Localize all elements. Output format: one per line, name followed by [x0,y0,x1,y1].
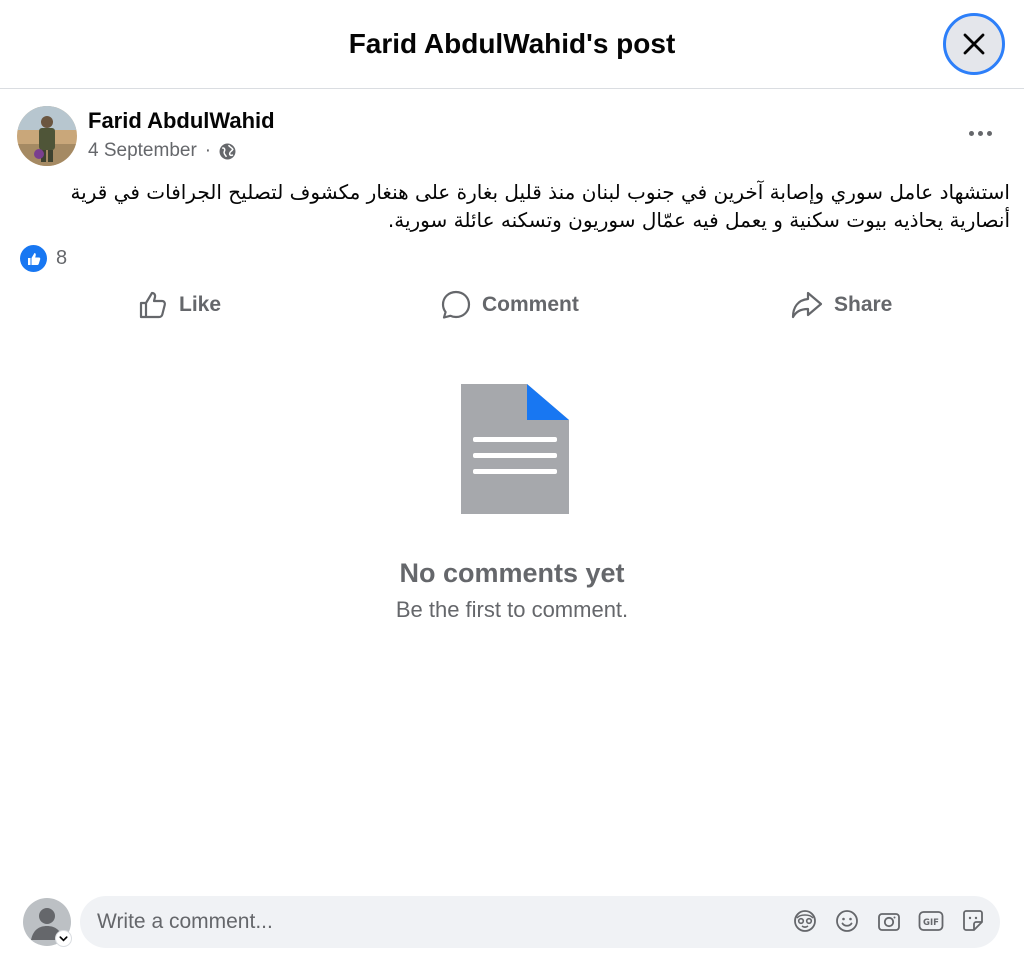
post-date[interactable]: 4 September [88,140,197,162]
like-reaction-icon [20,245,47,272]
share-icon [791,291,823,319]
close-button[interactable] [943,13,1005,75]
reactions-summary[interactable]: 8 [20,245,67,272]
comment-icon [441,290,471,319]
more-icon [968,130,974,136]
chevron-down-icon [59,936,68,942]
comment-label: Comment [482,293,579,316]
post-actions: Like Comment Share [0,284,1024,326]
comment-input[interactable]: Write a comment... GIF [80,896,1000,948]
empty-comments-title: No comments yet [399,558,625,588]
author-avatar[interactable] [17,106,77,166]
post-text-line: أنصارية يحاذيه بيوت سكنية و يعمل فيه عمّ… [387,208,1010,232]
avatar-sticker-icon[interactable] [792,908,818,934]
like-icon [139,291,167,319]
comment-button[interactable]: Comment [440,284,579,326]
post-text: استشهاد عامل سوري وإصابة آخرين في جنوب ل… [20,178,1010,234]
post-meta: 4 September · [88,140,236,162]
reaction-count: 8 [56,247,68,269]
more-options-button[interactable] [960,118,1000,148]
camera-icon[interactable] [876,908,902,934]
globe-icon [219,143,236,159]
svg-text:GIF: GIF [923,918,939,928]
meta-separator: · [204,140,212,161]
close-icon [963,33,985,55]
comment-placeholder: Write a comment... [97,910,273,933]
share-button[interactable]: Share [790,284,892,326]
dialog-title: Farid AbdulWahid's post [348,28,676,59]
author-name[interactable]: Farid AbdulWahid [88,108,275,134]
post-text-line: استشهاد عامل سوري وإصابة آخرين في جنوب ل… [70,180,1010,204]
like-label: Like [179,293,222,316]
like-button[interactable]: Like [137,284,221,326]
emoji-icon[interactable] [834,908,860,934]
share-label: Share [834,293,893,316]
dialog-header: Farid AbdulWahid's post [0,0,1024,89]
gif-icon[interactable]: GIF [918,908,944,934]
account-switcher[interactable] [55,930,72,947]
composer-toolbar: GIF [792,908,986,934]
document-icon [461,384,569,514]
sticker-icon[interactable] [960,908,986,934]
empty-comments-subtitle: Be the first to comment. [395,597,629,622]
